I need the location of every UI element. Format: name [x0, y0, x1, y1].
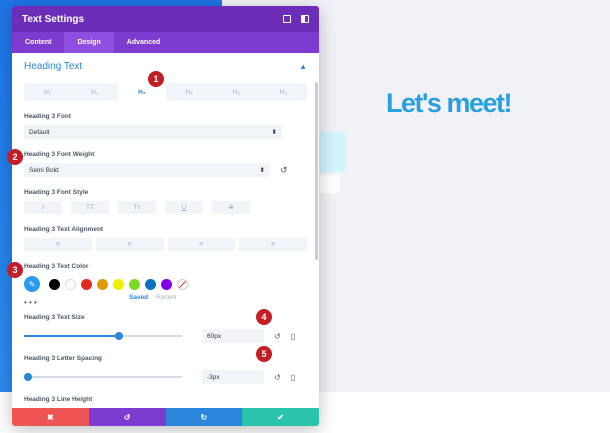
more-colors-icon[interactable]: • • •	[24, 298, 37, 307]
italic-button[interactable]: I	[24, 201, 62, 214]
slider-fill	[24, 335, 119, 337]
slider-handle[interactable]	[114, 332, 123, 340]
modal-header: Text Settings	[12, 6, 319, 32]
color-swatch[interactable]	[81, 278, 92, 290]
sidebar-toggle-icon[interactable]	[301, 15, 309, 23]
saved-colors-tab[interactable]: Saved	[129, 294, 148, 301]
callout-marker: 1	[148, 71, 164, 87]
color-swatch[interactable]	[49, 278, 60, 290]
heading-level-h6[interactable]: H₆	[260, 83, 307, 101]
heading-level-h1[interactable]: H₁	[24, 83, 71, 101]
font-weight-value: Semi Bold	[29, 166, 59, 174]
font-select[interactable]: Default ⬍	[24, 125, 282, 139]
reset-icon[interactable]: ↺	[274, 373, 281, 382]
uppercase-button[interactable]: TT	[71, 201, 109, 214]
callout-marker: 3	[7, 262, 23, 278]
mobile-icon[interactable]: ▯	[291, 373, 295, 382]
decorative-shape	[320, 175, 340, 193]
color-swatch[interactable]	[129, 278, 140, 290]
font-style-buttons: I TT Tт U S	[24, 201, 307, 214]
tab-advanced[interactable]: Advanced	[114, 32, 173, 53]
capitalize-button[interactable]: Tт	[118, 201, 156, 214]
cancel-button[interactable]: ✖	[12, 408, 89, 426]
tab-content[interactable]: Content	[12, 32, 64, 53]
text-size-input[interactable]: 60px	[202, 329, 264, 343]
select-arrows-icon: ⬍	[259, 167, 265, 174]
reset-icon[interactable]: ↺	[274, 332, 281, 341]
letter-spacing-slider[interactable]	[24, 373, 182, 381]
no-color-icon[interactable]	[177, 278, 188, 290]
select-arrows-icon: ⬍	[271, 129, 277, 136]
page-heading[interactable]: Let's meet!	[386, 88, 512, 119]
text-size-slider[interactable]	[24, 332, 182, 340]
section-toggle[interactable]: Heading Text ▲	[24, 53, 307, 80]
slider-handle[interactable]	[24, 373, 32, 381]
color-swatch[interactable]	[161, 278, 172, 290]
color-swatch[interactable]	[145, 278, 156, 290]
alignment-buttons: ≡ ≡ ≡ ≡	[24, 238, 307, 251]
align-right-button[interactable]: ≡	[167, 238, 236, 251]
decorative-shape	[318, 132, 346, 172]
heading-level-h5[interactable]: H₅	[213, 83, 260, 101]
align-justify-button[interactable]: ≡	[239, 238, 307, 251]
undo-button[interactable]: ↺	[88, 408, 166, 426]
color-swatch[interactable]	[97, 278, 108, 290]
font-style-label: Heading 3 Font Style	[24, 189, 89, 196]
expand-icon[interactable]	[283, 15, 291, 23]
line-height-label: Heading 3 Line Height	[24, 396, 93, 403]
settings-tabs: Content Design Advanced	[12, 32, 319, 53]
font-select-value: Default	[29, 128, 50, 136]
modal-title: Text Settings	[22, 13, 85, 25]
letter-spacing-input[interactable]: -3px	[202, 370, 264, 384]
font-weight-select[interactable]: Semi Bold ⬍	[24, 163, 270, 177]
strikethrough-button[interactable]: S	[212, 201, 250, 214]
underline-button[interactable]: U	[165, 201, 203, 214]
color-swatches: ✎	[24, 276, 307, 292]
letter-spacing-control: -3px ↺ ▯	[24, 370, 307, 384]
font-weight-label: Heading 3 Font Weight	[24, 151, 95, 158]
callout-marker: 4	[256, 309, 272, 325]
tab-design[interactable]: Design	[64, 32, 114, 53]
section-title: Heading Text	[24, 61, 83, 72]
save-button[interactable]: ✔	[242, 408, 319, 426]
reset-icon[interactable]: ↺	[280, 165, 288, 176]
redo-button[interactable]: ↻	[165, 408, 243, 426]
font-label: Heading 3 Font	[24, 113, 71, 120]
text-size-control: 60px ↺ ▯	[24, 329, 307, 343]
text-color-label: Heading 3 Text Color	[24, 263, 89, 270]
chevron-up-icon: ▲	[299, 62, 307, 71]
eyedropper-icon[interactable]: ✎	[24, 276, 40, 292]
alignment-label: Heading 3 Text Alignment	[24, 226, 104, 233]
heading-level-selector: H₁ H₂ H₃ H₄ H₅ H₆	[24, 83, 307, 101]
callout-marker: 5	[256, 346, 272, 362]
scrollbar[interactable]	[315, 82, 318, 260]
align-left-button[interactable]: ≡	[24, 238, 92, 251]
heading-level-h4[interactable]: H₄	[166, 83, 213, 101]
recent-colors-tab[interactable]: Recent	[156, 294, 177, 301]
color-swatch[interactable]	[65, 278, 76, 290]
heading-level-h2[interactable]: H₂	[71, 83, 118, 101]
align-center-button[interactable]: ≡	[95, 238, 164, 251]
mobile-icon[interactable]: ▯	[291, 332, 295, 341]
callout-marker: 2	[7, 149, 23, 165]
modal-footer: ✖ ↺ ↻ ✔	[12, 408, 319, 426]
color-swatch[interactable]	[113, 278, 124, 290]
text-settings-modal: Text Settings Content Design Advanced He…	[12, 6, 319, 426]
